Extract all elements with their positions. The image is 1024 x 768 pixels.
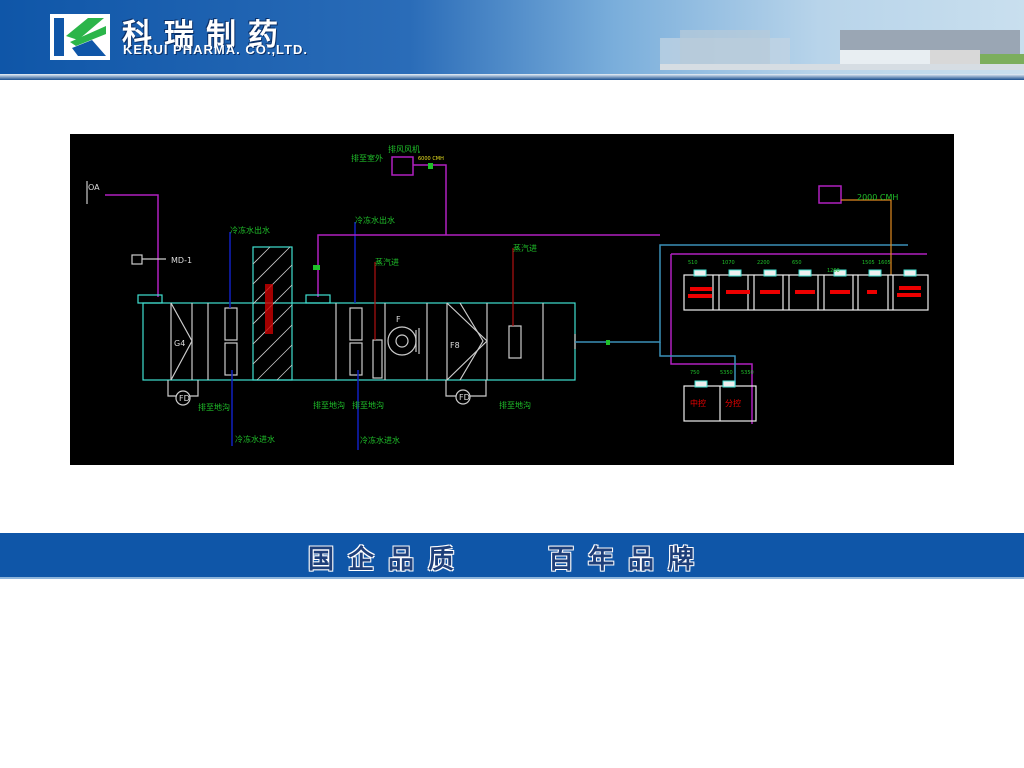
factory-buildings-image: [660, 30, 1024, 70]
cooling-coil-1: [224, 307, 238, 341]
room-airflow: 5350: [720, 370, 733, 376]
exhaust-fan-box: [391, 156, 414, 176]
return-air-duct: [317, 234, 660, 297]
exhaust-fan-label: 排风风机: [388, 144, 420, 154]
room-airflow: 1260: [827, 268, 840, 274]
room-airflow: 1605: [878, 260, 891, 266]
hvac-schematic: OA MD-1 G4 F8 F FD FD 冷冻水出水 冷冻水出水 冷冻水进水 …: [70, 134, 954, 465]
slogan-banner: 国企品质 百年品牌: [0, 533, 1024, 579]
cooling-coil-2: [349, 307, 363, 341]
drain-label: 排至地沟: [313, 400, 345, 410]
chilled-water-out-label: 冷冻水出水: [355, 215, 395, 225]
drain-fan-label: FD: [459, 393, 470, 402]
room-label: 分控: [725, 398, 741, 408]
steam-heating-coil: [508, 325, 522, 359]
logo-english-name: KERUI PHARMA. CO.,LTD.: [123, 42, 308, 57]
chilled-water-in-label: 冷冻水进水: [235, 434, 275, 444]
exhaust-flow-label: 6000 CMH: [418, 156, 444, 162]
steam-in-label: 蒸汽进: [375, 257, 399, 267]
outdoor-air-duct: [105, 194, 159, 297]
supply-fan: [387, 326, 417, 356]
g4-label: G4: [174, 339, 185, 348]
room-airflow: 2200: [757, 260, 770, 266]
hvac-schematic-drawing: OA MD-1 G4 F8 F FD FD 冷冻水出水 冷冻水出水 冷冻水进水 …: [86, 144, 929, 450]
slogan-right: 百年品牌: [548, 545, 709, 575]
room-airflow: 1070: [722, 260, 735, 266]
drain-label: 排至地沟: [198, 402, 230, 412]
damper-label: MD-1: [171, 256, 192, 265]
fan-label: F: [396, 315, 401, 324]
room-airflow: 1505: [862, 260, 875, 266]
oa-label: OA: [88, 183, 100, 192]
slogan-left: 国企品质: [308, 545, 469, 575]
room-airflow: 750: [690, 370, 700, 376]
drain-fan-label: FD: [179, 394, 190, 403]
exhaust-flow-label: 2000 CMH: [857, 193, 898, 202]
room-airflow: 650: [792, 260, 802, 266]
chilled-water-out-label: 冷冻水出水: [230, 225, 270, 235]
header-divider: [0, 74, 1024, 80]
room-label: 中控: [690, 398, 706, 408]
header-banner: 科瑞制药 KERUI PHARMA. CO.,LTD.: [0, 0, 1024, 80]
room-airflow: 510: [688, 260, 698, 266]
chilled-water-in-label: 冷冻水进水: [360, 435, 400, 445]
steam-in-label: 蒸汽进: [513, 243, 537, 253]
exhaust-duct: [413, 164, 447, 235]
exhaust-out-label: 排至室外: [351, 153, 383, 163]
drain-label: 排至地沟: [499, 400, 531, 410]
kerui-logo-icon: [50, 14, 110, 60]
drain-label: 排至地沟: [352, 400, 384, 410]
steam-humidifier: [372, 339, 383, 379]
room-airflow: 5350: [741, 370, 754, 376]
f8-label: F8: [450, 341, 460, 350]
